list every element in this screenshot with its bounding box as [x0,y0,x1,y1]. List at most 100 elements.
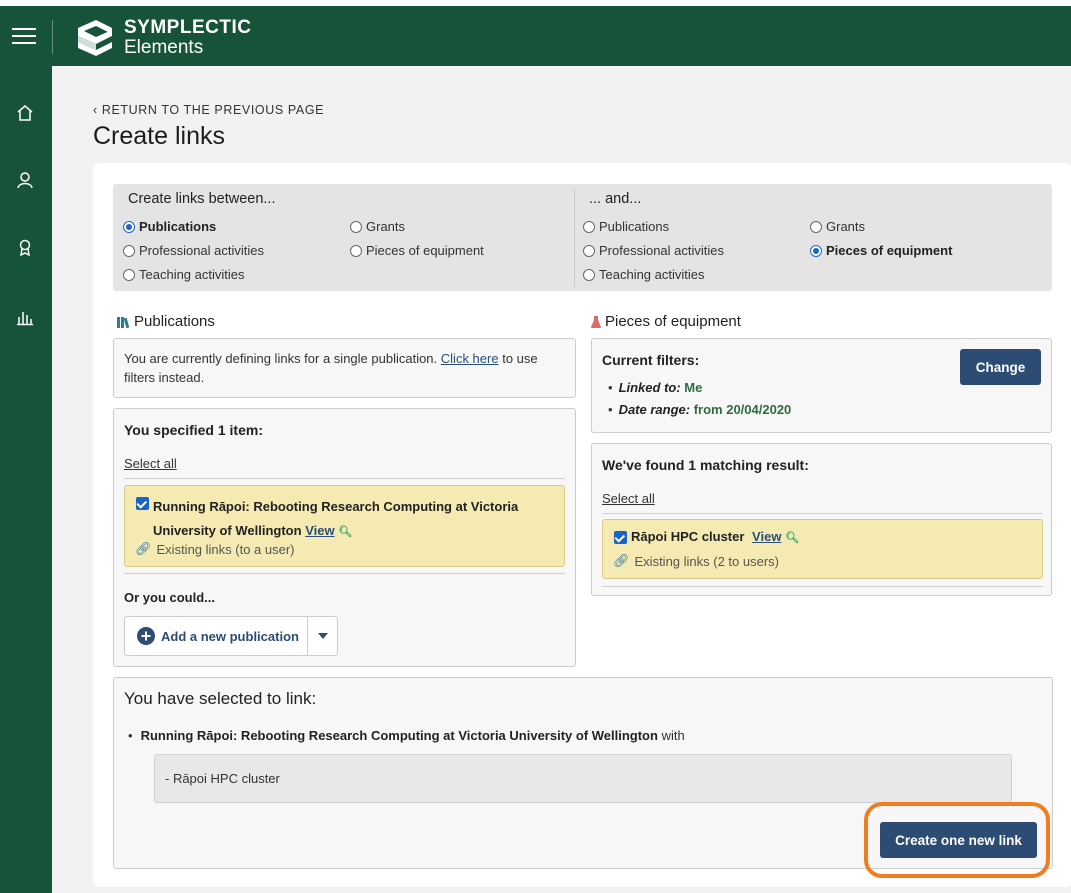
info-text-line2: filters instead. [124,370,205,385]
radio-dot [350,244,362,257]
divider [602,513,1043,514]
publication-checkbox[interactable] [136,497,149,510]
right-radio-publications[interactable]: Publications [583,219,669,234]
filter-linked-to: • Linked to: Me [608,380,702,395]
filter-label: Linked to: [618,380,681,395]
filter-date-range: • Date range: from 20/04/2020 [608,402,791,417]
publication-view-link[interactable]: View [305,523,334,538]
existing-links-text: Existing links (to a user) [156,541,295,557]
chevron-down-icon[interactable] [308,617,337,655]
radio-dot [583,244,595,257]
publications-section-title: Publications [117,313,215,330]
return-link-label: RETURN TO THE PREVIOUS PAGE [101,103,325,117]
magnifier-icon: 🔍︎ [785,532,800,544]
divider [124,573,565,574]
return-link[interactable]: ‹ RETURN TO THE PREVIOUS PAGE [93,103,324,117]
bullet: • [128,728,133,743]
left-radio-grants[interactable]: Grants [350,219,405,234]
header-divider [52,20,53,54]
bullet: • [608,380,613,395]
radio-dot [810,220,822,233]
select-all-link[interactable]: Select all [602,491,655,506]
info-text: You are currently defining links for a s… [124,349,569,387]
filter-value: Me [684,380,703,395]
menu-icon[interactable] [12,28,36,46]
equipment-existing-links[interactable]: 🔗︎ Existing links (2 to users) [613,553,779,569]
flask-icon [591,315,601,328]
equipment-view-link[interactable]: View [752,529,781,544]
brand-line2: Elements [124,37,204,58]
plus-circle-icon [137,627,155,645]
selector-divider [574,189,575,287]
equipment-checkbox[interactable] [614,531,627,544]
symplectic-logo-icon[interactable] [72,18,118,62]
equipment-title-text: Rāpoi HPC cluster [631,529,745,544]
radio-label: Teaching activities [139,267,245,282]
radio-label: Grants [826,219,866,234]
specified-heading: You specified 1 item: [124,422,263,438]
summary-heading: You have selected to link: [124,689,317,708]
radio-label: Teaching activities [599,267,705,282]
add-publication-button[interactable]: Add a new publication [125,617,308,655]
summary-with-word: with [661,728,685,743]
info-text-after: to use [502,351,538,366]
chevron-left-icon: ‹ [93,103,98,117]
radio-label: Publications [139,219,217,234]
summary-target-box: - Rāpoi HPC cluster [154,754,1012,803]
right-radio-pieces-of-equipment[interactable]: Pieces of equipment [810,243,952,258]
page-title: Create links [93,122,225,150]
or-you-could-text: Or you could... [124,590,216,605]
create-link-button[interactable]: Create one new link [880,822,1037,858]
left-radio-professional-activities[interactable]: Professional activities [123,243,264,258]
radio-label: Professional activities [139,243,264,258]
summary-line: • Running Rāpoi: Rebooting Research Compu… [128,728,685,743]
filter-label: Date range: [618,402,691,417]
change-filters-button[interactable]: Change [960,349,1041,385]
main-content: ‹ RETURN TO THE PREVIOUS PAGE Create lin… [52,66,1071,893]
specified-items-panel: You specified 1 item: Select all Running… [113,408,576,667]
and-heading: ... and... [589,191,642,207]
matching-results-panel: We've found 1 matching result: Select al… [591,443,1052,596]
add-publication-label: Add a new publication [161,628,299,644]
right-radio-teaching-activities[interactable]: Teaching activities [583,267,705,282]
equipment-section-title: Pieces of equipment [591,313,741,330]
between-heading: Create links between... [128,191,276,207]
click-here-link[interactable]: Click here [441,351,499,366]
filters-heading: Current filters: [602,352,700,368]
select-all-link[interactable]: Select all [124,456,177,471]
divider [124,478,565,479]
add-publication-split-button[interactable]: Add a new publication [124,616,338,656]
info-text-before: You are currently defining links for a s… [124,351,438,366]
filter-value: from 20/04/2020 [693,402,792,417]
radio-dot [350,220,362,233]
user-icon[interactable] [14,169,36,191]
radio-dot [583,220,595,233]
bar-chart-icon[interactable] [14,306,36,328]
brand-name[interactable]: SYMPLECTIC Elements [124,18,251,57]
brand-line1: SYMPLECTIC [124,17,252,38]
right-radio-grants[interactable]: Grants [810,219,865,234]
create-links-card: Create links between... Publications Gra… [93,163,1071,887]
existing-links-text: Existing links (2 to users) [634,553,780,569]
left-radio-publications[interactable]: Publications [123,219,216,234]
publications-title-text: Publications [134,313,215,330]
award-icon[interactable] [14,236,36,258]
link-icon: 🔗︎ [135,541,152,556]
selected-equipment-item[interactable]: Rāpoi HPC cluster View 🔍︎ 🔗︎ Existing li… [602,519,1043,579]
radio-label: Grants [366,219,406,234]
summary-target-text: - Rāpoi HPC cluster [165,771,280,786]
radio-label: Pieces of equipment [366,243,484,258]
radio-dot [123,220,135,233]
radio-dot [123,244,135,257]
radio-dot [810,244,822,257]
single-publication-info: You are currently defining links for a s… [113,338,576,398]
selected-publication-item[interactable]: Running Rāpoi: Rebooting Research Comput… [124,485,565,567]
left-radio-teaching-activities[interactable]: Teaching activities [123,267,245,282]
radio-label: Pieces of equipment [826,243,953,258]
publication-existing-links[interactable]: 🔗︎ Existing links (to a user) [135,541,295,557]
right-radio-professional-activities[interactable]: Professional activities [583,243,724,258]
home-icon[interactable] [14,102,36,124]
selected-link-summary: You have selected to link: • Running Rāpo… [113,677,1053,878]
link-type-selector: Create links between... Publications Gra… [113,184,1052,291]
left-radio-pieces-of-equipment[interactable]: Pieces of equipment [350,243,484,258]
